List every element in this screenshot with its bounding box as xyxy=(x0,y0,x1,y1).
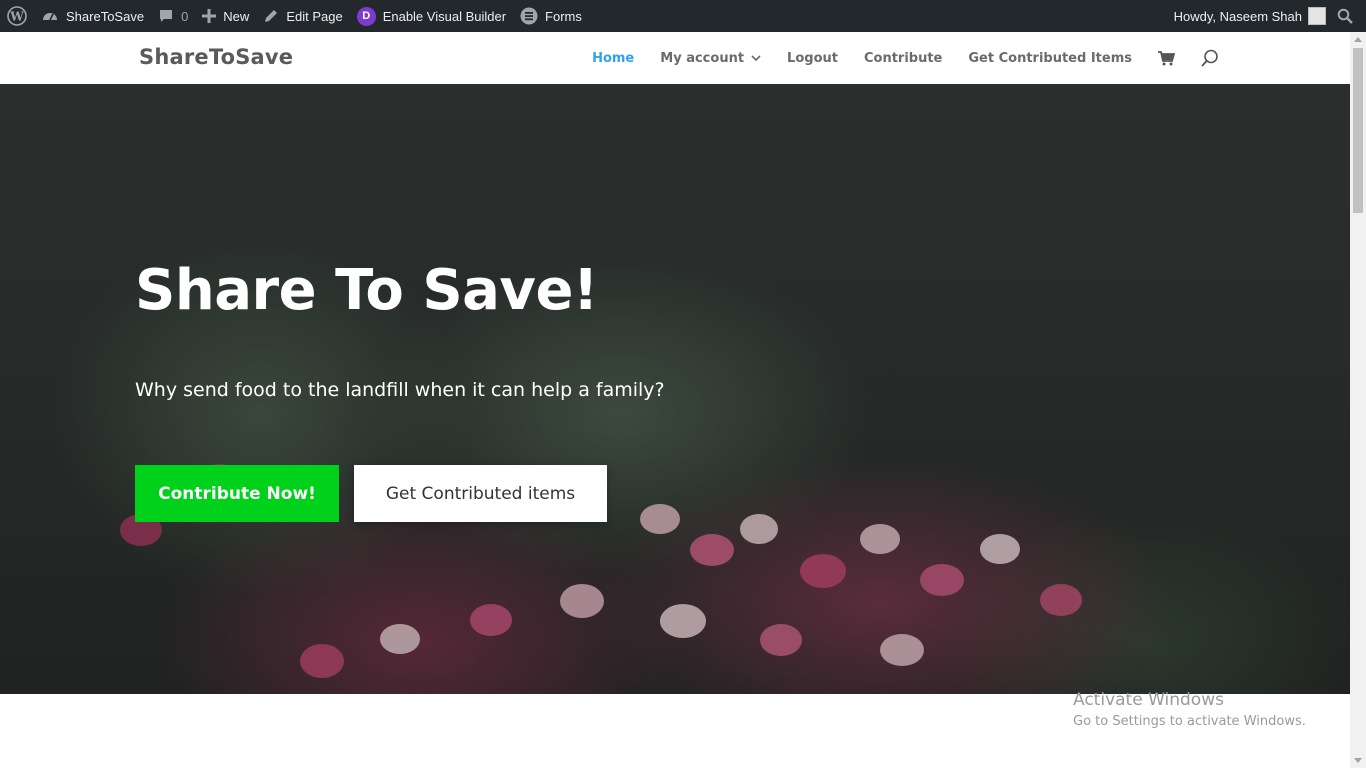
hero-subtitle: Why send food to the landfill when it ca… xyxy=(135,379,665,401)
nav-item-my-account[interactable]: My account xyxy=(660,51,761,66)
hero-section: Share To Save! Why send food to the land… xyxy=(0,84,1350,694)
visual-builder-link[interactable]: D Enable Visual Builder xyxy=(350,0,513,32)
svg-text:W: W xyxy=(9,10,24,24)
nav-item-home[interactable]: Home xyxy=(592,51,634,66)
forms-icon xyxy=(520,7,538,25)
nav-item-logout[interactable]: Logout xyxy=(787,51,838,66)
visual-builder-label: Enable Visual Builder xyxy=(382,8,507,24)
avatar xyxy=(1308,7,1326,25)
activate-windows-watermark: Activate Windows Go to Settings to activ… xyxy=(1073,690,1306,729)
contribute-now-button[interactable]: Contribute Now! xyxy=(135,465,339,522)
hero-title: Share To Save! xyxy=(135,258,598,323)
site-header: ShareToSave Home My account Logout Contr… xyxy=(0,32,1350,84)
search-icon xyxy=(1337,8,1353,24)
wordpress-menu[interactable]: W xyxy=(0,0,34,32)
divi-icon: D xyxy=(356,6,376,26)
forms-label: Forms xyxy=(545,8,582,24)
plus-icon xyxy=(202,9,217,23)
pencil-icon xyxy=(263,8,279,24)
watermark-subtitle: Go to Settings to activate Windows. xyxy=(1073,714,1306,729)
scroll-thumb[interactable] xyxy=(1353,48,1363,213)
new-label: New xyxy=(223,8,250,24)
forms-link[interactable]: Forms xyxy=(513,0,589,32)
admin-bar: W ShareToSave 0 New Edit Page D Enable V… xyxy=(0,0,1366,32)
new-content-link[interactable]: New xyxy=(195,0,256,32)
chevron-down-icon xyxy=(751,51,761,66)
get-contributed-items-button[interactable]: Get Contributed items xyxy=(354,465,607,522)
my-account-menu[interactable]: Howdy, Naseem Shah xyxy=(1167,0,1330,32)
comments-link[interactable]: 0 xyxy=(151,0,195,32)
main-nav: Home My account Logout Contribute Get Co… xyxy=(592,32,1219,84)
nav-item-my-account-label: My account xyxy=(660,50,745,66)
edit-page-link[interactable]: Edit Page xyxy=(256,0,349,32)
vertical-scrollbar[interactable] xyxy=(1350,32,1366,768)
nav-item-get-contributed[interactable]: Get Contributed Items xyxy=(968,51,1132,66)
site-logo[interactable]: ShareToSave xyxy=(139,45,293,69)
nav-item-contribute[interactable]: Contribute xyxy=(864,51,942,66)
search-toggle-icon[interactable] xyxy=(1201,49,1219,67)
edit-page-label: Edit Page xyxy=(286,8,343,24)
cart-icon[interactable] xyxy=(1158,50,1175,66)
greeting-label: Howdy, Naseem Shah xyxy=(1173,8,1302,24)
scroll-down-arrow-icon[interactable] xyxy=(1354,758,1362,763)
dashboard-icon xyxy=(41,7,59,25)
scroll-up-arrow-icon[interactable] xyxy=(1354,37,1362,42)
site-name-label: ShareToSave xyxy=(66,8,145,24)
wordpress-icon: W xyxy=(7,6,27,26)
comment-icon xyxy=(158,8,174,24)
comments-count: 0 xyxy=(181,8,189,24)
site-name-link[interactable]: ShareToSave xyxy=(34,0,151,32)
admin-search-button[interactable] xyxy=(1330,0,1360,32)
watermark-title: Activate Windows xyxy=(1073,690,1224,710)
